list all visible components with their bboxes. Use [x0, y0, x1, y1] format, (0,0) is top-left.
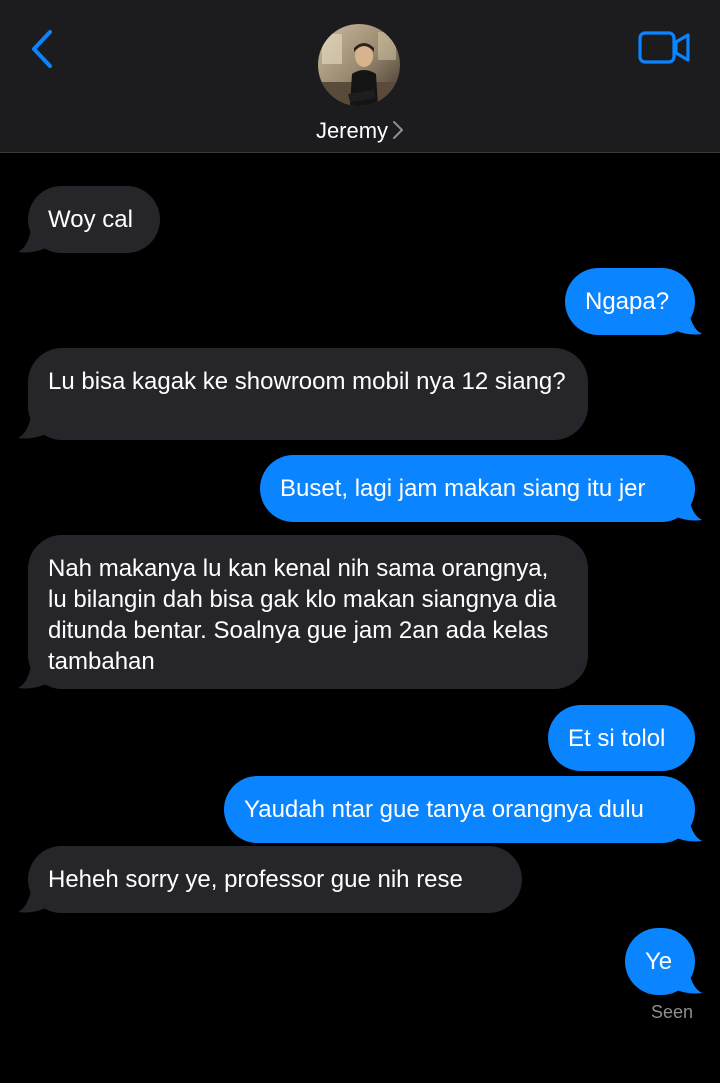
contact-name: Jeremy	[315, 118, 389, 143]
message-bubble-outgoing[interactable]: Ngapa?	[565, 268, 695, 335]
message-bubble-incoming[interactable]: Nah makanya lu kan kenal nih sama orangn…	[28, 535, 588, 689]
message-bubble-incoming[interactable]: Woy cal	[28, 186, 160, 253]
message-bubble-incoming[interactable]: Lu bisa kagak ke showroom mobil nya 12 s…	[28, 348, 588, 440]
read-receipt: Seen	[650, 1002, 693, 1022]
message-bubble-outgoing[interactable]: Ye	[625, 928, 695, 995]
contact-name-button[interactable]: Jeremy	[0, 116, 720, 146]
video-camera-icon	[638, 31, 690, 64]
avatar-photo	[318, 24, 400, 106]
message-bubble-outgoing[interactable]: Et si tolol	[548, 705, 695, 771]
chevron-right-icon	[393, 121, 404, 140]
message-bubble-outgoing[interactable]: Yaudah ntar gue tanya orangnya dulu	[224, 776, 695, 843]
back-button[interactable]	[22, 26, 66, 72]
message-bubble-outgoing[interactable]: Buset, lagi jam makan siang itu jer	[260, 455, 695, 522]
conversation-header: Jeremy	[0, 0, 720, 153]
contact-avatar[interactable]	[318, 24, 400, 106]
message-bubble-incoming[interactable]: Heheh sorry ye, professor gue nih rese	[28, 846, 522, 913]
video-call-button[interactable]	[636, 28, 694, 68]
chevron-left-icon	[32, 30, 52, 68]
